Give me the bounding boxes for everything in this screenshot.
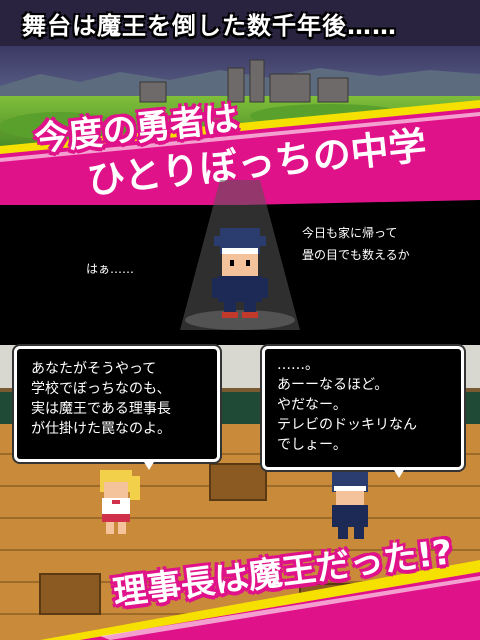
thought-text: 今日も家に帰って 畳の目でも数えるか [302,226,410,262]
dialog-left-text: あなたがそうやって 学校でぼっちなのも、 実は魔王である理事長 が仕掛けた罠なの… [31,361,171,437]
hero-boy-sprite [212,228,268,318]
dialog-box-left: あなたがそうやって 学校でぼっちなのも、 実は魔王である理事長 が仕掛けた罠なの… [14,346,220,462]
dialog-left-caret-icon [144,462,154,470]
dialog-right-text: ……。 あーーなるほど。 やだなー。 テレビのドッキリなん でしょー。 [277,357,417,453]
dialog-box-right: ……。 あーーなるほど。 やだなー。 テレビのドッキリなん でしょー。 [262,346,464,470]
sigh-text: はぁ…… [86,262,135,276]
dialog-right-caret-icon [394,470,404,478]
top-banner-text: 舞台は魔王を倒した数千年後…… [22,12,397,40]
